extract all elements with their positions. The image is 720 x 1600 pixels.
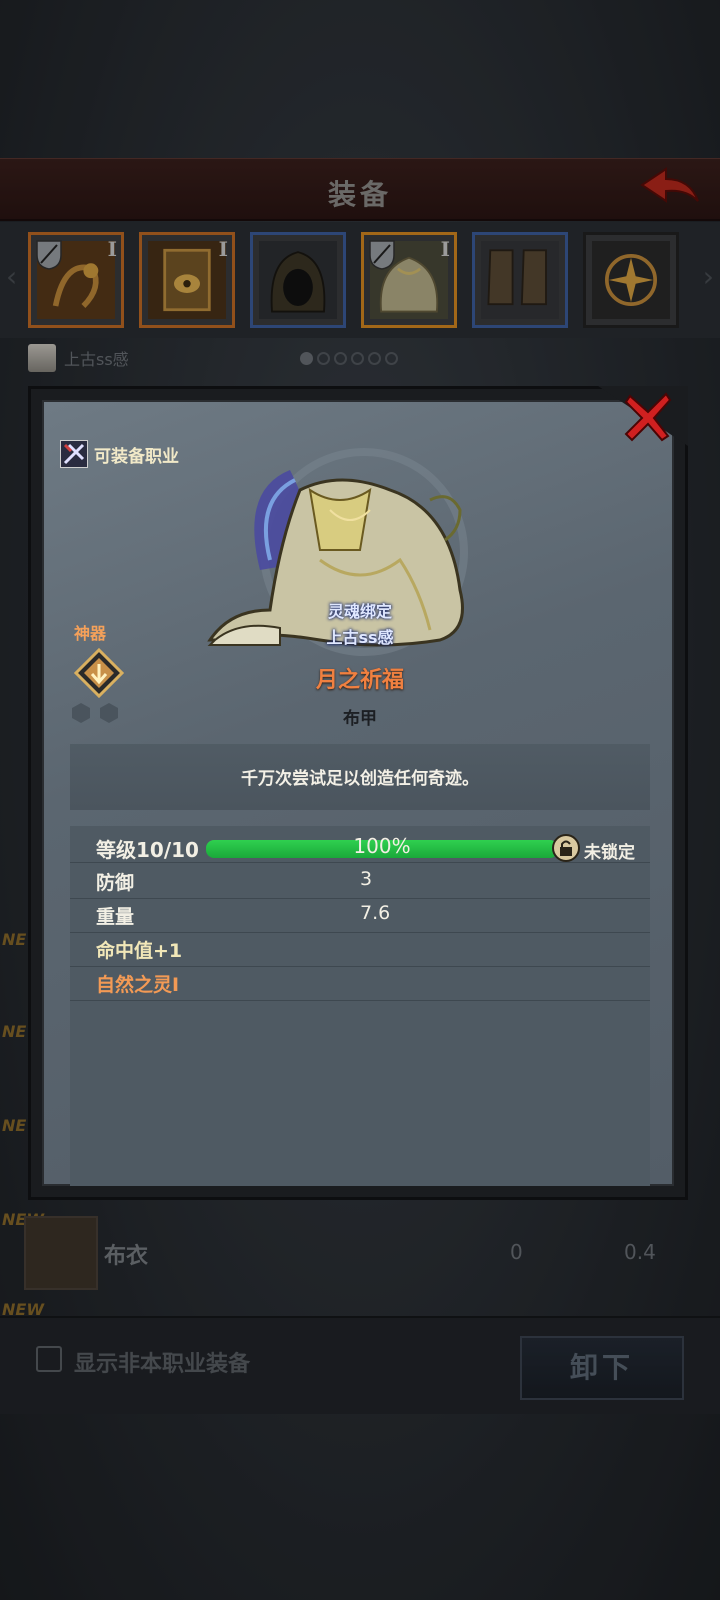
stat-value: 3 — [360, 868, 373, 890]
lock-status: 未锁定 — [584, 843, 635, 863]
gem-socket-icon — [100, 703, 118, 723]
stat-label: 重量 — [96, 906, 135, 928]
item-name: 月之祈福 — [315, 668, 404, 693]
stat-value: 7.6 — [360, 902, 391, 924]
stat-row: 防御 3 — [70, 864, 650, 899]
class-icon[interactable] — [60, 440, 88, 468]
item-description: 千万次尝试足以创造任何奇迹。 — [241, 769, 479, 789]
lock-icon[interactable] — [552, 834, 580, 862]
bonus-label: 命中值+1 — [96, 940, 183, 962]
soul-owner-label: 上古ss感 — [326, 628, 394, 647]
stat-label: 防御 — [96, 872, 135, 894]
bonus-row: 命中值+1 — [70, 932, 650, 967]
close-icon[interactable] — [622, 390, 674, 442]
bonus-row: 自然之灵I — [70, 966, 650, 1001]
stat-row: 重量 7.6 — [70, 898, 650, 933]
equip-class-label: 可装备职业 — [94, 446, 179, 467]
level-label: 等级10/10 — [96, 838, 199, 862]
item-type: 布甲 — [343, 709, 377, 729]
soul-bound-label: 灵魂绑定 — [327, 602, 392, 621]
artifact-label: 神器 — [74, 624, 107, 643]
artifact-icon[interactable] — [74, 648, 124, 698]
gem-socket-icon — [72, 703, 90, 723]
bonus-label: 自然之灵I — [96, 974, 180, 996]
equip-class-row: 可装备职业 — [60, 440, 179, 468]
level-percent: 100% — [353, 834, 411, 858]
